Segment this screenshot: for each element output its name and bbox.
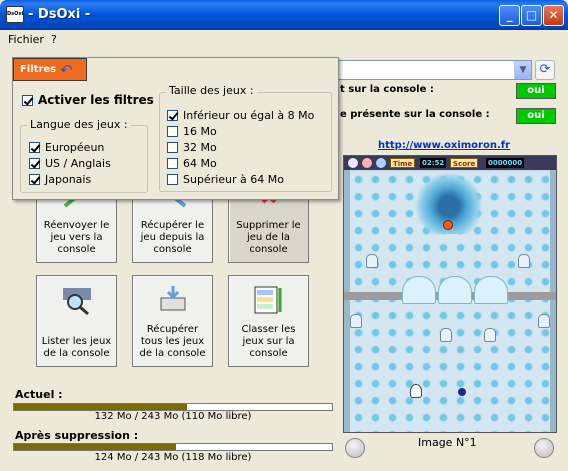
language-group-title: Langue des jeux : <box>27 118 131 131</box>
size-over-64mo-label: Supérieur à 64 Mo <box>183 173 284 186</box>
enemy <box>350 314 362 328</box>
enemy <box>518 254 530 268</box>
hud-time-value: 02:52 <box>420 158 447 168</box>
title-bar[interactable]: DsOxi - DsOxi - _ □ ✕ <box>0 0 568 30</box>
size-8mo-label: Inférieur ou égal à 8 Mo <box>183 109 315 122</box>
current-usage-label: Actuel : <box>15 388 63 401</box>
refresh-icon: ⟳ <box>539 62 551 77</box>
list-games-button[interactable]: Lister les jeux de la console <box>36 275 117 367</box>
lang-us-label: US / Anglais <box>45 157 111 170</box>
previous-image-button[interactable] <box>345 438 365 458</box>
lang-japanese-checkbox[interactable]: Japonais <box>29 173 91 186</box>
size-64mo-label: 64 Mo <box>183 157 217 170</box>
hud-time-label: Time <box>390 158 416 168</box>
console-status-value-2: oui <box>516 108 556 124</box>
collapse-arrow-icon[interactable]: ↶ <box>60 62 82 78</box>
chevron-down-icon[interactable]: ▼ <box>514 61 531 79</box>
igloo-right <box>474 276 508 304</box>
lang-japanese-label: Japonais <box>45 173 92 186</box>
checkbox-box[interactable] <box>29 142 40 153</box>
player-character <box>410 384 422 398</box>
menu-bar: Fichier ? <box>0 30 568 49</box>
hud-life-icon <box>362 158 372 168</box>
delete-game-label: Supprimer le jeu de la console <box>236 220 301 255</box>
enable-filters-label: Activer les filtres <box>38 93 154 107</box>
refresh-button[interactable]: ⟳ <box>535 60 555 80</box>
bomb <box>458 388 466 396</box>
retrieve-all-button[interactable]: Récupérer tous les jeux de la console <box>132 275 213 367</box>
hud-bomberman-icon <box>348 158 358 168</box>
website-link[interactable]: http://www.oximoron.fr <box>378 140 510 151</box>
current-usage-fill <box>14 404 187 410</box>
next-image-button[interactable] <box>534 438 554 458</box>
menu-fichier[interactable]: Fichier <box>8 33 44 46</box>
menu-help[interactable]: ? <box>51 33 57 46</box>
sort-games-label: Classer les jeux sur la console <box>241 324 296 359</box>
sort-games-button[interactable]: Classer les jeux sur la console <box>228 275 309 367</box>
after-delete-bar <box>13 443 333 451</box>
size-8mo-checkbox[interactable]: Inférieur ou égal à 8 Mo <box>167 109 314 122</box>
enemy <box>440 328 452 342</box>
size-group-title: Taille des jeux : <box>166 84 257 97</box>
list-games-label: Lister les jeux de la console <box>41 336 112 359</box>
enemy <box>366 254 378 268</box>
resend-game-label: Réenvoyer le jeu vers la console <box>43 220 110 255</box>
current-usage-bar <box>13 403 333 411</box>
magnifier-icon <box>61 284 93 316</box>
checkbox-box[interactable] <box>167 126 178 137</box>
igloo-left <box>402 276 436 304</box>
retrieve-game-label: Récupérer le jeu depuis la console <box>140 220 205 255</box>
after-delete-fill <box>14 444 177 450</box>
after-delete-label: Après suppression : <box>15 429 139 442</box>
checkbox-box[interactable] <box>22 94 33 106</box>
hud-score-label: Score <box>450 158 479 168</box>
retrieve-all-icon <box>157 284 189 316</box>
lang-european-label: Européeun <box>45 141 105 154</box>
checkbox-box[interactable] <box>29 158 40 169</box>
size-16mo-label: 16 Mo <box>183 125 217 138</box>
size-32mo-checkbox[interactable]: 32 Mo <box>167 141 217 154</box>
sort-list-icon <box>253 284 285 316</box>
enable-filters-checkbox[interactable]: Activer les filtres <box>22 93 154 107</box>
checkbox-box[interactable] <box>167 142 178 153</box>
game-select-combobox[interactable]: ▼ <box>336 60 532 80</box>
igloo-middle <box>438 276 472 304</box>
console-status-label-2: e présente sur la console : <box>340 109 490 120</box>
checkbox-box[interactable] <box>167 158 178 169</box>
size-over-64mo-checkbox[interactable]: Supérieur à 64 Mo <box>167 173 284 186</box>
lang-us-checkbox[interactable]: US / Anglais <box>29 157 111 170</box>
hud-bomb-icon <box>376 158 386 168</box>
size-64mo-checkbox[interactable]: 64 Mo <box>167 157 217 170</box>
checkbox-box[interactable] <box>29 174 40 185</box>
enemy <box>484 328 496 342</box>
console-status-label-1: t sur la console : <box>340 84 434 95</box>
minimize-button[interactable]: _ <box>499 5 520 26</box>
size-32mo-label: 32 Mo <box>183 141 217 154</box>
close-button[interactable]: ✕ <box>543 5 564 26</box>
game-hud: Time 02:52 Score 0000000 <box>344 156 556 170</box>
window-title: - DsOxi - <box>28 7 91 22</box>
current-usage-text: 132 Mo / 243 Mo (110 Mo libre) <box>94 411 252 422</box>
app-icon-text: DsOxi <box>7 11 24 17</box>
filter-panel: Filtres ↶ Activer les filtres Langue des… <box>12 57 339 200</box>
image-caption: Image N°1 <box>418 436 477 449</box>
filter-tab[interactable]: Filtres ↶ <box>13 58 87 81</box>
after-delete-text: 124 Mo / 243 Mo (118 Mo libre) <box>94 452 252 463</box>
enemy <box>538 314 550 328</box>
right-wall <box>550 170 556 432</box>
maximize-button[interactable]: □ <box>521 5 542 26</box>
app-icon: DsOxi <box>6 6 24 23</box>
console-status-value-1: oui <box>516 83 556 99</box>
game-preview-image: Time 02:52 Score 0000000 <box>343 155 557 433</box>
retrieve-all-label: Récupérer tous les jeux de la console <box>139 324 206 359</box>
boss-core <box>443 220 453 230</box>
filter-tab-label: Filtres <box>20 64 57 75</box>
hud-score-value: 0000000 <box>486 158 525 168</box>
checkbox-box[interactable] <box>167 174 178 185</box>
size-16mo-checkbox[interactable]: 16 Mo <box>167 125 217 138</box>
checkbox-box[interactable] <box>167 110 178 121</box>
lang-european-checkbox[interactable]: Européeun <box>29 141 104 154</box>
